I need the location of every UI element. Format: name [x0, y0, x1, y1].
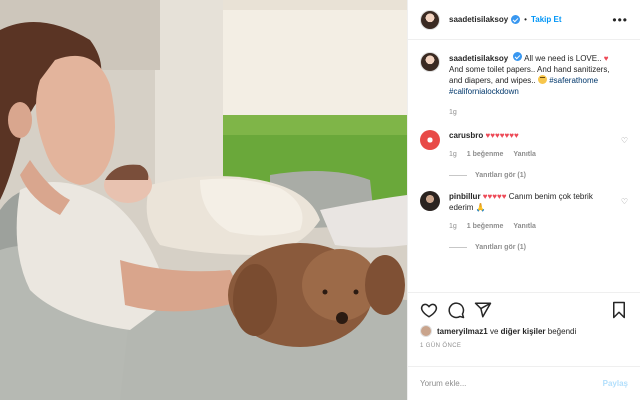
comment-body: pinbillur ♥♥♥♥♥ Canım benim çok tebrik e…: [449, 191, 609, 232]
follow-button[interactable]: Takip Et: [531, 15, 562, 24]
post-header: saadetisilaksoy • Takip Et •••: [408, 0, 640, 40]
other-likers-link[interactable]: diğer kişiler: [501, 327, 546, 336]
liked-by: tameryilmaz1 ve diğer kişiler beğendi: [420, 325, 628, 337]
post-comment-button[interactable]: Paylaş: [603, 379, 628, 388]
comment-icon[interactable]: [447, 301, 465, 319]
author-avatar[interactable]: [420, 9, 440, 30]
caption-body: saadetisilaksoy All we need is LOVE.. ♥ …: [449, 52, 624, 118]
liker-avatar[interactable]: [420, 325, 432, 337]
action-icons: [420, 301, 628, 319]
folded-hands-icon: 🙏: [475, 203, 486, 212]
comment-meta: 1g 1 beğenme Yanıtla: [449, 221, 609, 232]
share-icon[interactable]: [474, 301, 492, 319]
add-comment-bar: Paylaş: [408, 366, 640, 400]
post-actions: tameryilmaz1 ve diğer kişiler beğendi 1 …: [408, 292, 640, 366]
comment-like-icon[interactable]: ♡: [621, 197, 628, 206]
comment-hearts: ♥♥♥♥♥: [482, 192, 507, 201]
comment-likes[interactable]: 1 beğenme: [467, 221, 504, 232]
view-replies-button[interactable]: Yanıtları gör (1): [449, 172, 628, 179]
comment-item: pinbillur ♥♥♥♥♥ Canım benim çok tebrik e…: [420, 191, 628, 232]
comment-input[interactable]: [420, 379, 603, 388]
caption-text-1: All we need is LOVE..: [524, 54, 602, 63]
grimacing-face-icon: [537, 75, 547, 84]
comment-likes[interactable]: 1 beğenme: [467, 149, 504, 160]
comments-list[interactable]: saadetisilaksoy All we need is LOVE.. ♥ …: [408, 40, 640, 292]
comment-item: carusbro ♥♥♥♥♥♥♥ 1g 1 beğenme Yanıtla ♡: [420, 130, 628, 160]
caption-time[interactable]: 1g: [449, 107, 624, 118]
comment-meta: 1g 1 beğenme Yanıtla: [449, 149, 609, 160]
photo-illustration: [0, 0, 407, 400]
comment-body: carusbro ♥♥♥♥♥♥♥ 1g 1 beğenme Yanıtla: [449, 130, 609, 160]
verified-icon: [511, 15, 521, 24]
reply-button[interactable]: Yanıtla: [513, 149, 536, 160]
comment-like-icon[interactable]: ♡: [621, 136, 628, 145]
post-side-panel: saadetisilaksoy • Takip Et ••• saadetisi…: [407, 0, 640, 400]
author-username[interactable]: saadetisilaksoy: [449, 15, 508, 24]
instagram-post: saadetisilaksoy • Takip Et ••• saadetisi…: [0, 0, 640, 400]
comment-time[interactable]: 1g: [449, 149, 457, 160]
caption-username[interactable]: saadetisilaksoy: [449, 54, 508, 63]
reply-button[interactable]: Yanıtla: [513, 221, 536, 232]
comment-hearts: ♥♥♥♥♥♥♥: [485, 131, 519, 140]
post-caption: saadetisilaksoy All we need is LOVE.. ♥ …: [420, 52, 628, 118]
hashtag-link[interactable]: #californialockdown: [449, 87, 519, 96]
commenter-avatar[interactable]: [420, 130, 440, 150]
liked-by-end: beğendi: [547, 326, 577, 336]
caption-author-avatar[interactable]: [420, 52, 440, 72]
commenter-username[interactable]: carusbro: [449, 131, 483, 140]
hashtag-link[interactable]: #saferathome: [549, 76, 598, 85]
heart-icon[interactable]: [420, 301, 438, 319]
commenter-username[interactable]: pinbillur: [449, 192, 481, 201]
post-timestamp[interactable]: 1 GÜN ÖNCE: [420, 343, 628, 349]
comment-time[interactable]: 1g: [449, 221, 457, 232]
more-options-icon[interactable]: •••: [612, 14, 628, 26]
post-photo[interactable]: [0, 0, 407, 400]
caption-verified-icon: [513, 52, 523, 61]
liker-username[interactable]: tameryilmaz1: [437, 327, 488, 336]
bookmark-icon[interactable]: [610, 301, 628, 319]
red-heart-emoji: ♥: [603, 54, 609, 63]
commenter-avatar[interactable]: [420, 191, 440, 211]
separator-dot: •: [524, 15, 527, 24]
view-replies-button[interactable]: Yanıtları gör (1): [449, 244, 628, 251]
liked-by-middle: ve: [489, 326, 499, 336]
